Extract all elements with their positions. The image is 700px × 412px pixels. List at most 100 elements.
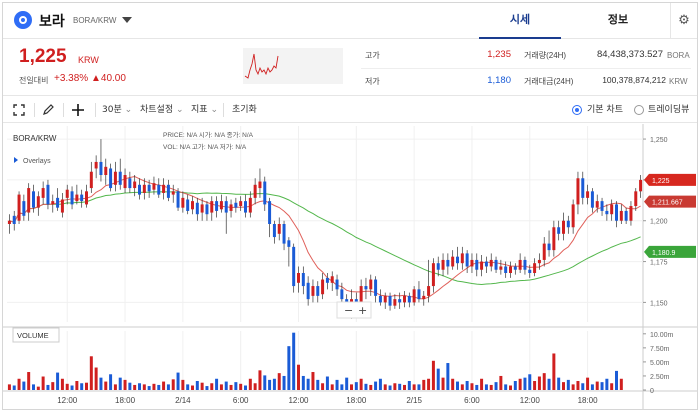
interval-label: 30분 [102,105,122,115]
volume-bar [80,383,84,390]
volume-tick-label: 10.00m [650,332,674,339]
basic-chart-label[interactable]: 기본 차트 [587,97,623,123]
time-label: 18:00 [115,396,136,405]
candle-body [325,277,329,283]
volume-bar [94,367,98,390]
indicators-label: 지표 [191,105,208,115]
volume-bar [398,383,402,390]
candle-body [118,171,122,185]
volume-bar [113,384,117,390]
candle-body [239,201,243,207]
candle-body [89,171,93,189]
volume-label: 거래량(24H) [524,51,567,60]
candle-body [509,266,512,273]
candle-body [27,188,31,213]
chart-settings-label: 차트설정 [140,105,174,115]
candle-body [277,224,281,234]
volume-bar [383,384,387,390]
coin-pair[interactable]: BORA/KRW [73,16,116,25]
volume-bar [446,363,450,390]
volume-bar [263,375,267,390]
candle-body [224,201,228,213]
tab-info[interactable]: 정보 [577,3,659,39]
candle-body [181,197,185,208]
candle-body [109,168,113,189]
candle-body [41,188,45,198]
tradingview-label[interactable]: 트레이딩뷰 [648,97,689,123]
candle-body [499,266,503,270]
candle-body [171,191,175,195]
toolbar-divider [63,103,64,117]
candle-body [46,184,50,205]
candle-body [436,263,440,270]
candle-body [51,201,55,205]
volume-bar [562,382,565,390]
candle-body [321,279,325,295]
volume-bar [60,378,64,390]
volume-bar [157,384,161,390]
volume-bar [354,382,358,390]
candle-body [369,279,373,290]
candle-body [417,289,421,300]
price-unit: KRW [78,55,99,65]
candle-body [7,220,11,224]
volume-bar [272,378,276,390]
tradingview-radio[interactable] [634,105,644,115]
candle-body [393,299,397,306]
chart-settings-menu[interactable]: 차트설정 ⌄ [140,97,184,123]
volume-bar [427,378,431,390]
time-label: 2/14 [175,396,191,405]
price-tick-label: 1,200 [650,219,668,226]
time-label: 12:00 [57,396,78,405]
volume-bar [75,381,79,390]
candle-body [359,286,363,303]
candle-body [542,243,546,260]
toolbar-divider [34,103,35,117]
coin-name[interactable]: 보라 [39,11,65,31]
fullscreen-icon[interactable] [12,103,26,117]
toolbar-divider [95,103,96,117]
reset-button[interactable]: 초기화 [232,97,257,123]
time-label: 6:00 [464,396,480,405]
candle-body [590,191,594,208]
volume-bar [369,384,373,390]
legend-vol-line: VOL: N/A 고가: N/A 저가: N/A [163,142,247,151]
candle-body [166,184,170,198]
change-amount: ▲40.00 [91,73,126,84]
volume-bar [118,377,122,390]
volume-bar [41,376,45,390]
indicators-menu[interactable]: 지표 ⌄ [191,97,218,123]
volume-bar [615,370,618,390]
volume-bar [200,382,204,390]
volume-bar [292,332,296,390]
volume-bar [65,383,69,390]
candle-body [191,201,194,210]
candle-body [504,266,508,273]
app-frame: 보라 BORA/KRW 시세 정보 ⚙ 1,225 KRW 전일대비 +3.38… [2,2,698,410]
volume-bar [417,384,421,390]
volume-bar [489,384,493,390]
chevron-down-icon[interactable] [122,17,132,23]
volume-bar [566,379,570,390]
candle-body [200,204,204,213]
candle-body [60,199,64,213]
time-label: 6:00 [233,396,249,405]
basic-chart-radio[interactable] [572,105,582,115]
volume-bar [403,384,406,390]
candle-body [431,263,435,287]
header-bar: 보라 BORA/KRW 시세 정보 ⚙ [3,3,697,39]
candle-body [215,201,219,211]
candle-body [528,269,532,273]
price-chart[interactable]: 1,250 1,225 1,200 1,175 1,150 10.00m 7.50m 5.00… [3,124,697,410]
tab-quote[interactable]: 시세 [479,3,561,39]
volume-bar [46,384,50,390]
candle-body [595,201,599,208]
volume-bar [301,375,305,390]
crosshair-icon[interactable] [70,102,86,118]
pencil-icon[interactable] [41,103,55,117]
volume-bar [22,381,26,390]
gear-icon[interactable]: ⚙ [670,3,697,39]
volume-bar [253,383,257,390]
interval-select[interactable]: 30분 ⌄ [102,97,132,123]
low-value: 1,180 [487,75,511,86]
